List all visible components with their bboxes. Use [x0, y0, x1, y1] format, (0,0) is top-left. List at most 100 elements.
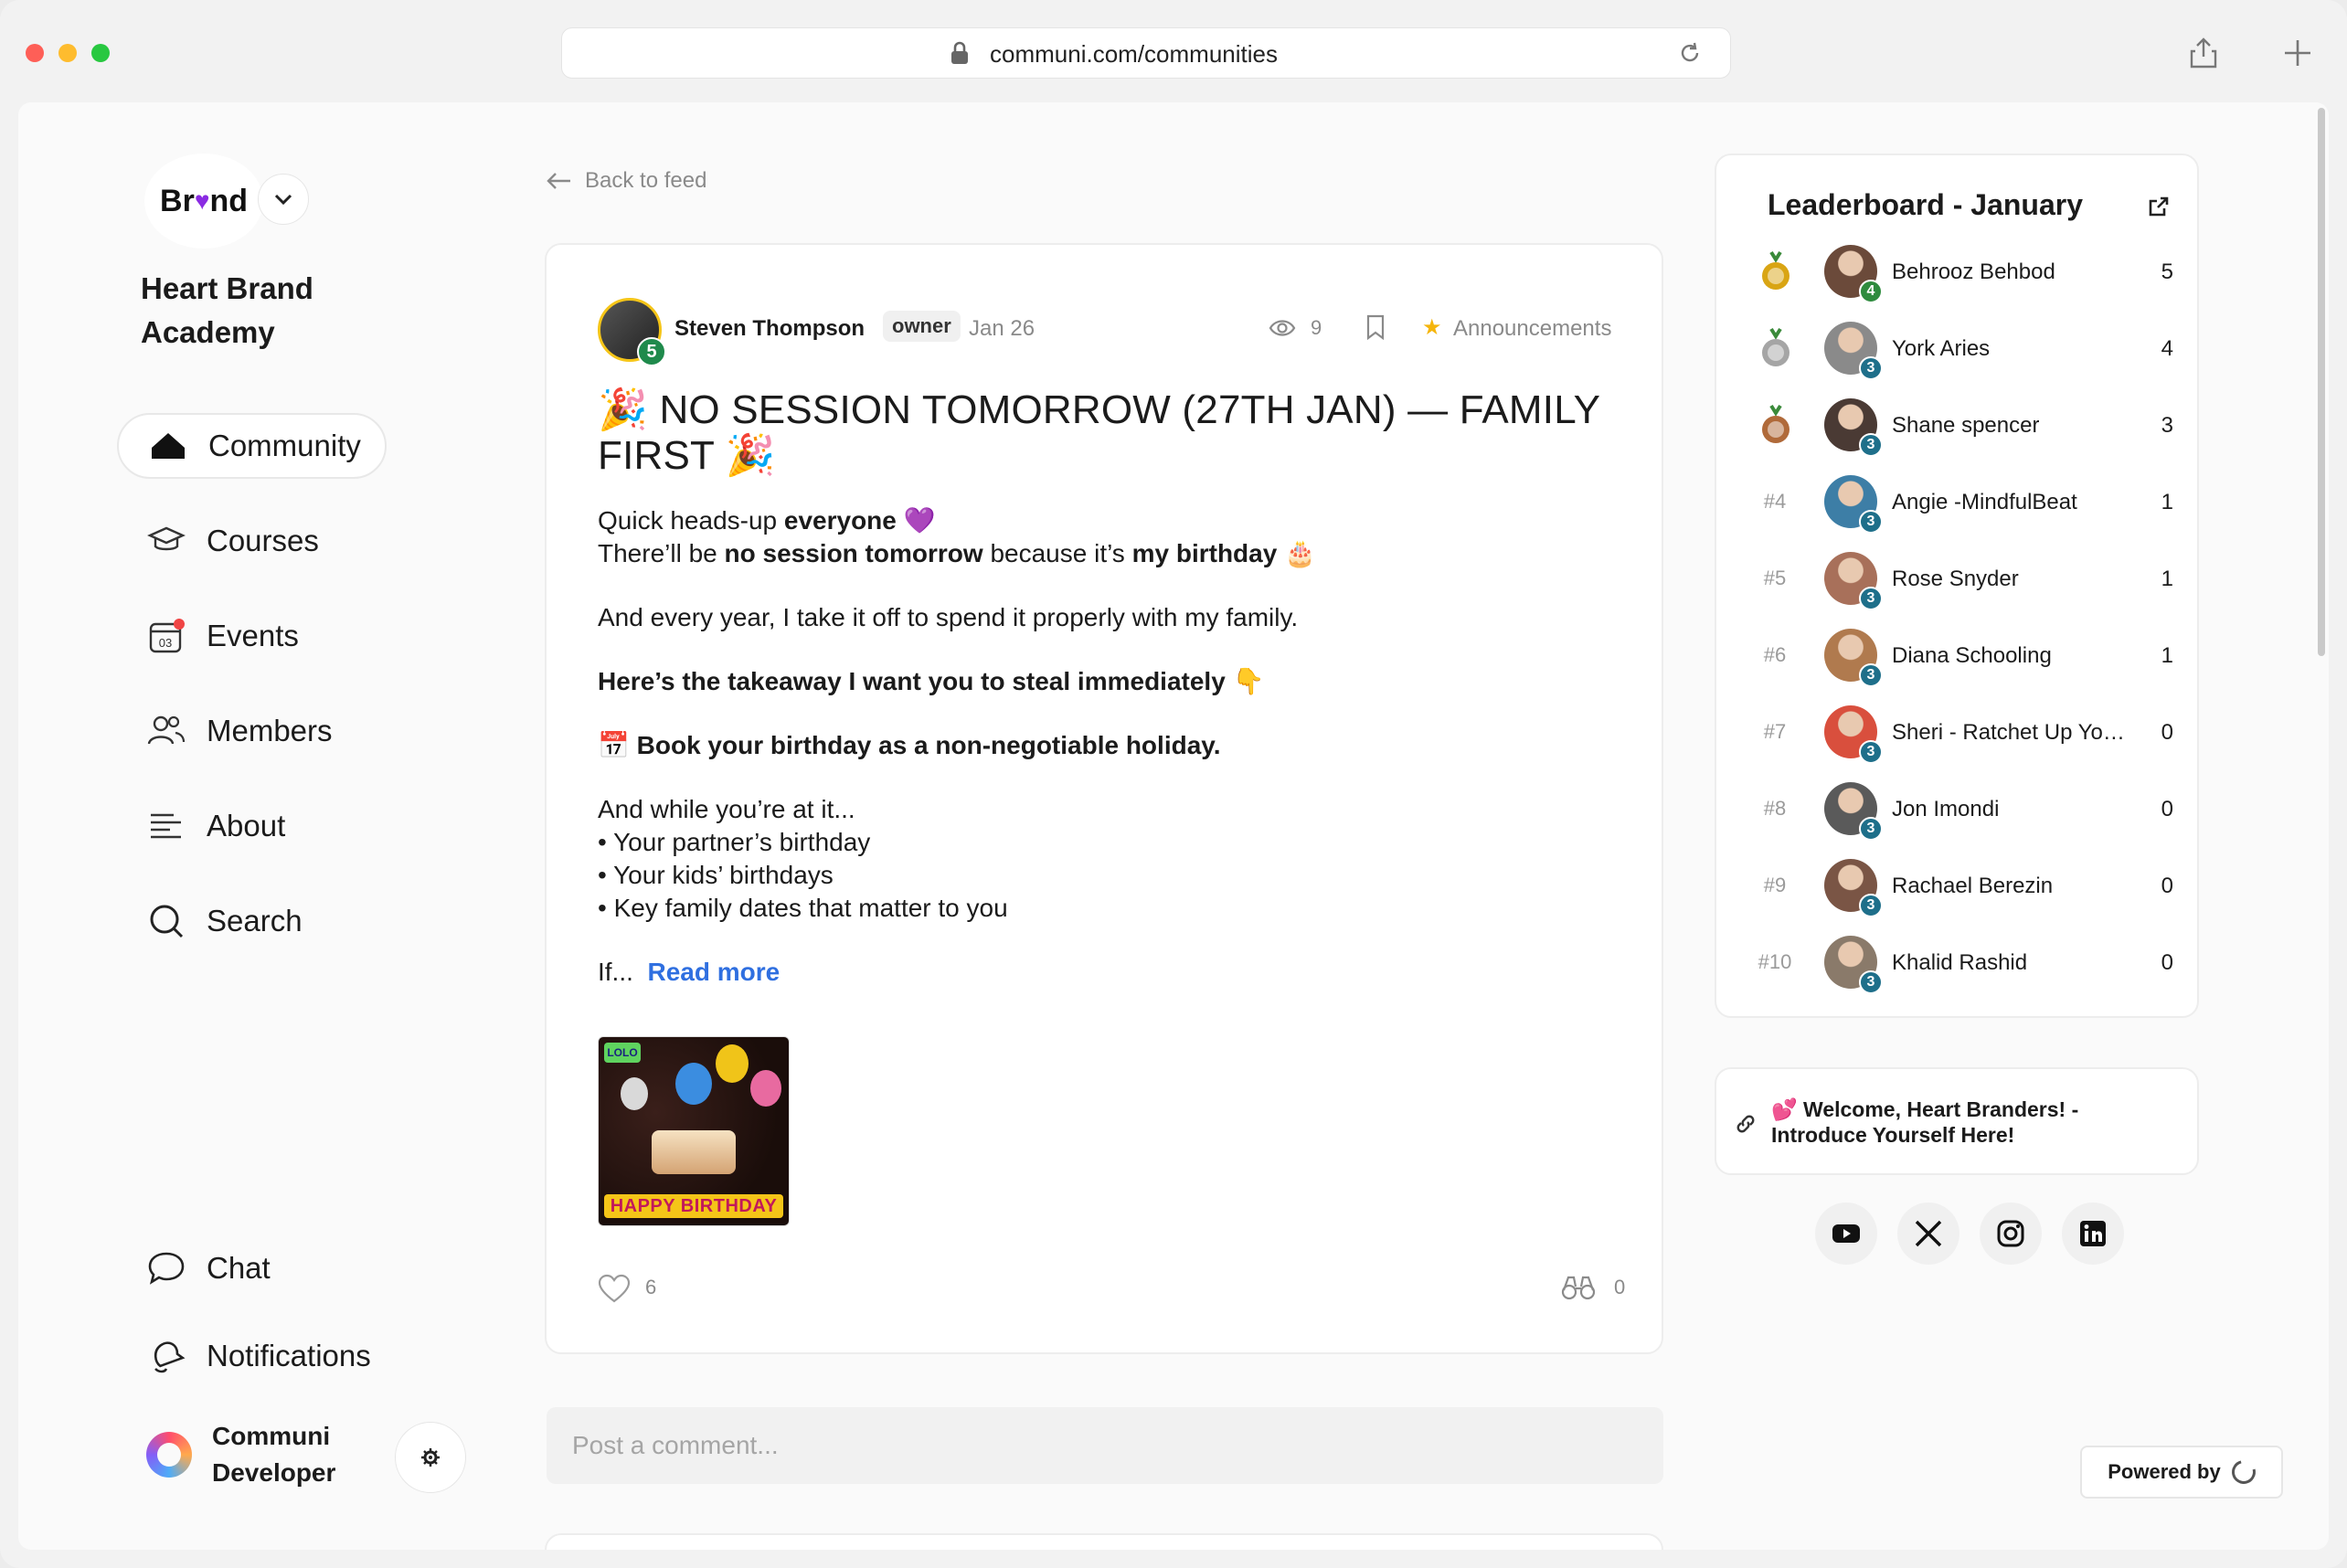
external-link-icon[interactable]: [2148, 196, 2170, 217]
member-avatar[interactable]: 4: [1824, 245, 1883, 303]
browser-titlebar: communi.com/communities: [0, 0, 2347, 102]
back-to-feed-link[interactable]: Back to feed: [545, 168, 706, 194]
nav-courses[interactable]: Courses: [117, 508, 319, 574]
binoculars-icon[interactable]: [1561, 1272, 1596, 1301]
member-level-badge: 3: [1859, 740, 1883, 764]
member-avatar[interactable]: 3: [1824, 552, 1883, 610]
settings-button[interactable]: [395, 1422, 466, 1493]
nav-about[interactable]: About: [117, 793, 285, 859]
leaderboard-row[interactable]: #5 3 Rose Snyder 1: [1753, 548, 2173, 612]
member-name[interactable]: Khalid Rashid: [1892, 950, 2027, 976]
member-points: 1: [2161, 567, 2173, 591]
member-name[interactable]: Rachael Berezin: [1892, 874, 2053, 899]
nav-search[interactable]: Search: [117, 888, 303, 954]
page-scrollbar[interactable]: [2318, 108, 2325, 656]
member-avatar[interactable]: 3: [1824, 705, 1883, 764]
nav-community[interactable]: Community: [117, 413, 387, 479]
nav-chat[interactable]: Chat: [117, 1235, 271, 1301]
author-level-badge: 5: [637, 337, 666, 366]
instagram-link[interactable]: [1980, 1202, 2042, 1265]
leaderboard-row[interactable]: #4 3 Angie -MindfulBeat 1: [1753, 471, 2173, 535]
member-points: 0: [2161, 720, 2173, 745]
read-more-link[interactable]: Read more: [647, 958, 780, 986]
nav-label: Search: [207, 904, 303, 938]
community-switcher-button[interactable]: [258, 174, 309, 225]
leaderboard-row[interactable]: #8 3 Jon Imondi 0: [1753, 779, 2173, 842]
reload-icon[interactable]: [1677, 40, 1703, 66]
post-image[interactable]: LOLO HAPPY BIRTHDAY: [598, 1036, 790, 1226]
member-level-badge: 3: [1859, 817, 1883, 841]
member-name[interactable]: Shane spencer: [1892, 413, 2039, 439]
like-count: 6: [645, 1276, 657, 1298]
leaderboard-row[interactable]: 3 York Aries 4: [1753, 318, 2173, 382]
member-avatar[interactable]: 3: [1824, 322, 1883, 380]
nav-notifications[interactable]: Notifications: [117, 1323, 371, 1389]
leaderboard-rank: #9: [1763, 874, 1787, 896]
new-tab-icon[interactable]: [2281, 37, 2314, 69]
nav-events[interactable]: 03 Events: [117, 603, 299, 669]
leaderboard-row[interactable]: 4 Behrooz Behbod 5: [1753, 241, 2173, 305]
close-window-button[interactable]: [26, 44, 44, 62]
leaderboard-row[interactable]: #9 3 Rachael Berezin 0: [1753, 855, 2173, 919]
pinned-link-card[interactable]: 💕 Welcome, Heart Branders! - Introduce Y…: [1715, 1067, 2199, 1175]
member-level-badge: 3: [1859, 510, 1883, 534]
linkedin-link[interactable]: [2062, 1202, 2124, 1265]
leaderboard-row[interactable]: #7 3 Sheri - Ratchet Up You... 0: [1753, 702, 2173, 766]
community-name: Heart Brand Academy: [141, 271, 313, 349]
search-icon: [150, 905, 184, 938]
address-bar[interactable]: communi.com/communities: [561, 27, 1731, 79]
home-icon: [152, 433, 185, 459]
leaderboard-row[interactable]: #10 3 Khalid Rashid 0: [1753, 932, 2173, 996]
leaderboard-title: Leaderboard - January: [1768, 188, 2083, 221]
gear-icon: [421, 1448, 440, 1467]
share-icon[interactable]: [2188, 37, 2219, 69]
powered-by-badge[interactable]: Powered by: [2080, 1446, 2283, 1499]
heart-icon: ♥: [194, 186, 210, 215]
author-name[interactable]: Steven Thompson: [674, 316, 865, 342]
member-level-badge: 3: [1859, 587, 1883, 610]
body-bold: no session tomorrow: [724, 539, 983, 567]
leaderboard-rank: #5: [1763, 567, 1787, 589]
member-name[interactable]: Angie -MindfulBeat: [1892, 490, 2077, 515]
author-avatar[interactable]: 5: [598, 298, 666, 366]
post-body: Quick heads-up everyone 💜 There’ll be no…: [598, 504, 1603, 989]
leaderboard-row[interactable]: 3 Shane spencer 3: [1753, 395, 2173, 459]
maximize-window-button[interactable]: [91, 44, 110, 62]
nav-members[interactable]: Members: [117, 698, 333, 764]
member-name[interactable]: Behrooz Behbod: [1892, 260, 2055, 285]
leaderboard-card: Leaderboard - January 4 Behrooz Behbod 5 3 Y…: [1715, 154, 2199, 1018]
member-level-badge: 3: [1859, 356, 1883, 380]
member-level-badge: 4: [1859, 280, 1883, 303]
member-name[interactable]: York Aries: [1892, 336, 1990, 362]
bookmark-icon[interactable]: [1365, 314, 1386, 340]
instagram-icon: [1997, 1220, 2024, 1247]
heart-outline-icon[interactable]: [598, 1274, 631, 1303]
member-name[interactable]: Sheri - Ratchet Up You...: [1892, 720, 2133, 746]
member-avatar[interactable]: 3: [1824, 475, 1883, 534]
align-left-icon: [151, 813, 181, 839]
member-avatar[interactable]: 3: [1824, 936, 1883, 994]
gold-medal-icon: [1762, 250, 1789, 290]
member-avatar[interactable]: 3: [1824, 398, 1883, 457]
member-avatar[interactable]: 3: [1824, 782, 1883, 841]
user-avatar: [146, 1432, 192, 1478]
calendar-emoji-icon: 📅: [598, 731, 630, 759]
leaderboard-row[interactable]: #6 3 Diana Schooling 1: [1753, 625, 2173, 689]
star-icon: ★: [1422, 315, 1442, 340]
nav-label: Community: [208, 429, 361, 462]
comment-input[interactable]: [547, 1407, 1663, 1484]
member-avatar[interactable]: 3: [1824, 859, 1883, 917]
member-avatar[interactable]: 3: [1824, 629, 1883, 687]
member-name[interactable]: Diana Schooling: [1892, 643, 2052, 669]
url-text: communi.com/communities: [990, 40, 1278, 68]
brand-logo[interactable]: Br ♥ nd: [144, 154, 263, 249]
member-name[interactable]: Rose Snyder: [1892, 567, 2019, 592]
youtube-link[interactable]: [1815, 1202, 1877, 1265]
point-down-icon: 👇: [1232, 667, 1265, 695]
member-name[interactable]: Jon Imondi: [1892, 797, 1999, 822]
body-bullet: • Key family dates that matter to you: [598, 894, 1008, 922]
current-user[interactable]: Communi Developer: [146, 1418, 349, 1491]
post-category[interactable]: Announcements: [1453, 316, 1611, 342]
x-link[interactable]: [1897, 1202, 1959, 1265]
minimize-window-button[interactable]: [58, 44, 77, 62]
